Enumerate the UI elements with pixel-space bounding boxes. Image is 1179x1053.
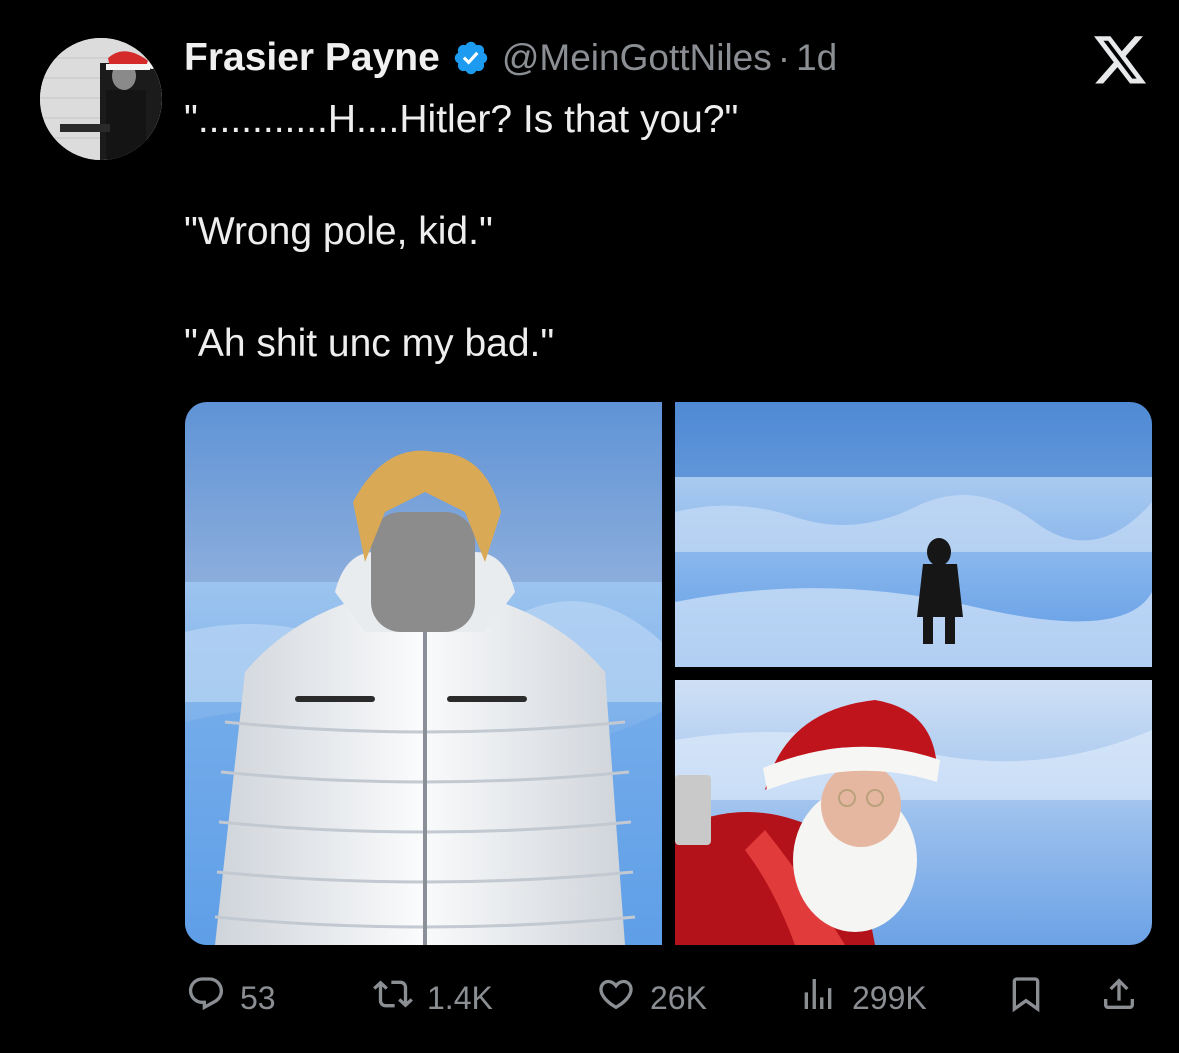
timestamp[interactable]: 1d: [796, 37, 837, 79]
like-button[interactable]: 26K: [596, 972, 707, 1024]
media-grid[interactable]: [185, 402, 1152, 945]
bookmark-button[interactable]: [1006, 972, 1046, 1024]
share-button[interactable]: [1099, 972, 1139, 1024]
media-image-bottom-right[interactable]: [675, 680, 1152, 945]
media-image-left[interactable]: [185, 402, 662, 945]
tweet-line: "Ah shit unc my bad.": [184, 322, 555, 365]
x-logo-icon: [1094, 36, 1148, 86]
heart-icon: [596, 974, 636, 1022]
reply-button[interactable]: 53: [186, 972, 276, 1024]
share-icon: [1099, 974, 1139, 1022]
bookmark-icon: [1006, 974, 1046, 1022]
tweet-header: Frasier Payne @MeinGottNiles · 1d: [184, 34, 837, 82]
tweet-line: "............H....Hitler? Is that you?": [184, 98, 739, 141]
like-count: 26K: [650, 979, 707, 1016]
reply-count: 53: [240, 979, 276, 1016]
display-name[interactable]: Frasier Payne: [184, 36, 440, 80]
tweet[interactable]: Frasier Payne @MeinGottNiles · 1d ".....…: [0, 0, 1179, 1053]
separator-dot: ·: [777, 37, 791, 78]
media-image-top-right[interactable]: [675, 402, 1152, 667]
verified-badge-icon: [452, 39, 490, 77]
views-count: 299K: [852, 979, 927, 1016]
repost-icon: [373, 974, 413, 1022]
tweet-line: "Wrong pole, kid.": [184, 210, 493, 253]
reply-icon: [186, 974, 226, 1022]
views-button[interactable]: 299K: [798, 972, 927, 1024]
avatar[interactable]: [40, 38, 162, 160]
repost-button[interactable]: 1.4K: [373, 972, 493, 1024]
handle[interactable]: @MeinGottNiles: [502, 37, 772, 79]
views-icon: [798, 974, 838, 1022]
repost-count: 1.4K: [427, 979, 493, 1016]
action-bar: 53 1.4K 26K 299K: [186, 972, 1146, 1024]
tweet-text: "............H....Hitler? Is that you?" …: [184, 92, 1144, 428]
